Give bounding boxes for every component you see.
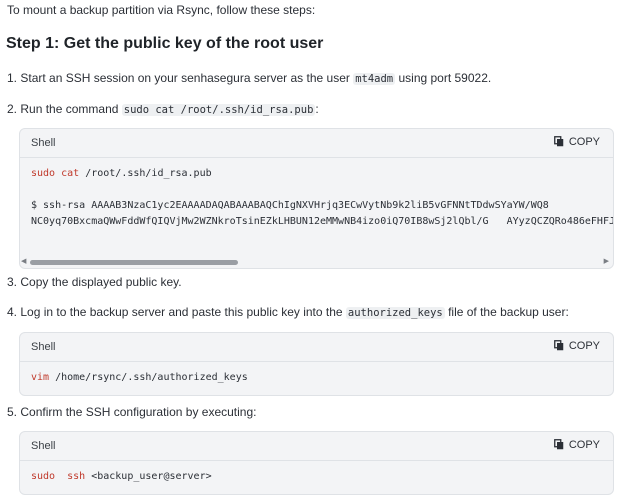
copy-icon bbox=[553, 136, 564, 147]
code-block-header: Shell COPY bbox=[20, 432, 613, 461]
step-number: 3. bbox=[7, 275, 18, 289]
step-text: Copy the displayed public key. bbox=[20, 275, 182, 289]
code-argument: /home/rsync/.ssh/authorized_keys bbox=[49, 372, 248, 383]
step-1: 1. Start an SSH session on your senhaseg… bbox=[7, 71, 491, 85]
code-command: vim bbox=[31, 372, 50, 383]
inline-code: sudo cat /root/.ssh/id_rsa.pub bbox=[121, 104, 316, 116]
copy-label: COPY bbox=[568, 340, 600, 352]
copy-label: COPY bbox=[568, 439, 600, 451]
code-block: Shell COPY sudo ssh <backup_user@server> bbox=[19, 431, 614, 495]
code-block-header: Shell COPY bbox=[20, 129, 613, 158]
code-line[interactable]: vim /home/rsync/.ssh/authorized_keys bbox=[31, 372, 248, 383]
code-argument: /root/.ssh/id_rsa.pub bbox=[79, 168, 212, 179]
step-text: file of the backup user: bbox=[444, 305, 569, 319]
copy-button[interactable]: COPY bbox=[553, 136, 600, 148]
code-command: sudo cat bbox=[31, 168, 80, 179]
code-argument: <backup_user@server> bbox=[85, 471, 212, 482]
code-block-header: Shell COPY bbox=[20, 333, 613, 362]
code-block: Shell COPY sudo cat /root/.ssh/id_rsa.pu… bbox=[19, 128, 614, 269]
step-2: 2. Run the command sudo cat /root/.ssh/i… bbox=[7, 102, 319, 116]
copy-button[interactable]: COPY bbox=[553, 340, 600, 352]
code-command: sudo ssh bbox=[31, 471, 86, 482]
inline-code: authorized_keys bbox=[345, 307, 445, 319]
copy-button[interactable]: COPY bbox=[553, 439, 600, 451]
code-block: Shell COPY vim /home/rsync/.ssh/authoriz… bbox=[19, 332, 614, 396]
copy-label: COPY bbox=[568, 136, 600, 148]
scrollbar-thumb[interactable] bbox=[30, 260, 238, 265]
intro-text: To mount a backup partition via Rsync, f… bbox=[7, 3, 316, 17]
step-3: 3. Copy the displayed public key. bbox=[7, 275, 182, 289]
step-text: : bbox=[315, 102, 319, 116]
step-5: 5. Confirm the SSH configuration by exec… bbox=[7, 405, 256, 419]
scroll-right-icon[interactable]: ▶ bbox=[604, 257, 609, 265]
copy-icon bbox=[553, 340, 564, 351]
code-language-label: Shell bbox=[31, 137, 56, 149]
step-4: 4. Log in to the backup server and paste… bbox=[7, 305, 569, 319]
step-number: 4. bbox=[7, 305, 18, 319]
horizontal-scrollbar[interactable]: ◀ ▶ bbox=[20, 257, 613, 267]
code-line[interactable]: sudo ssh <backup_user@server> bbox=[31, 471, 212, 482]
scroll-left-icon[interactable]: ◀ bbox=[21, 257, 26, 265]
code-output-line[interactable]: $ ssh-rsa AAAAB3NzaC1yc2EAAAADAQABAAABAQ… bbox=[31, 200, 549, 211]
step-number: 5. bbox=[7, 405, 18, 419]
code-output-line[interactable]: NC0yq70BxcmaQWwFddWfQIQVjMw2WZNkroTsinEZ… bbox=[31, 216, 613, 227]
inline-code: mt4adm bbox=[353, 73, 396, 85]
step-heading: Step 1: Get the public key of the root u… bbox=[6, 35, 324, 52]
step-text: Log in to the backup server and paste th… bbox=[20, 305, 346, 319]
page: To mount a backup partition via Rsync, f… bbox=[0, 0, 621, 500]
step-number: 2. bbox=[7, 102, 18, 116]
step-text: Run the command bbox=[20, 102, 122, 116]
step-text: Start an SSH session on your senhasegura… bbox=[20, 71, 354, 85]
step-text: Confirm the SSH configuration by executi… bbox=[20, 405, 257, 419]
step-text: using port 59022. bbox=[395, 71, 492, 85]
code-language-label: Shell bbox=[31, 341, 56, 353]
step-number: 1. bbox=[7, 71, 18, 85]
code-language-label: Shell bbox=[31, 440, 56, 452]
copy-icon bbox=[553, 439, 564, 450]
code-line[interactable]: sudo cat /root/.ssh/id_rsa.pub bbox=[31, 168, 212, 179]
